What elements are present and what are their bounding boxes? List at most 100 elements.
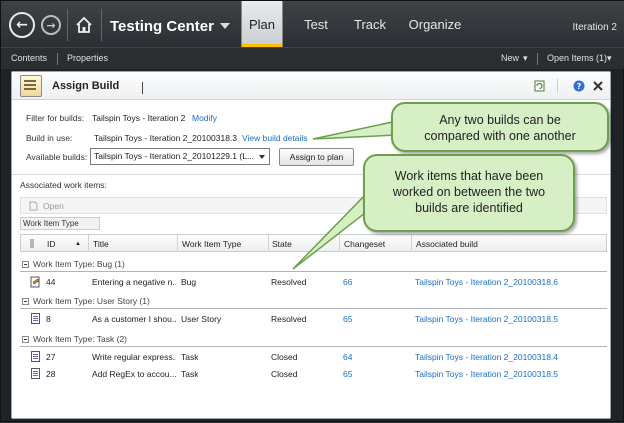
divider (537, 53, 538, 65)
table-row[interactable]: 28 Add RegEx to accou... Task Closed 65 … (20, 365, 607, 383)
open-items-menu[interactable]: Open Items (1) (547, 53, 607, 63)
sort-icon: ▲ (75, 241, 81, 247)
callout-work-items: Work items that have been worked on betw… (363, 154, 575, 232)
collapse-icon[interactable] (22, 261, 29, 268)
divider (57, 53, 58, 65)
modify-link[interactable]: Modify (192, 113, 217, 123)
forward-arrow-icon[interactable]: → (41, 15, 61, 35)
cell-id: 44 (46, 277, 56, 287)
work-item-icon (31, 313, 40, 324)
tab-plan[interactable]: Plan (241, 1, 283, 47)
group-label: Work Item Type: Task (2) (33, 334, 128, 344)
divider (67, 9, 68, 41)
tab-organize[interactable]: Organize (405, 1, 465, 47)
cell-id: 8 (46, 314, 51, 324)
header-id[interactable]: ID (47, 239, 56, 249)
new-menu[interactable]: New (501, 53, 519, 63)
table-row[interactable]: 8 As a customer I shou... User Story Res… (20, 310, 607, 328)
cell-changeset-link[interactable]: 65 (343, 369, 352, 379)
header-changeset[interactable]: Changeset (344, 239, 385, 249)
open-button[interactable]: Open (43, 201, 64, 211)
cell-title: Add RegEx to accou... (92, 369, 176, 379)
header-associated-build[interactable]: Associated build (416, 239, 478, 249)
column-handle-icon (30, 239, 34, 248)
column-separator[interactable] (339, 235, 340, 252)
back-arrow-icon[interactable]: ← (9, 12, 35, 38)
cell-title: As a customer I shou... (92, 314, 176, 324)
cell-changeset-link[interactable]: 65 (343, 314, 352, 324)
build-in-use-value: Tailspin Toys - Iteration 2_20100318.3 (94, 133, 238, 143)
cell-id: 28 (46, 369, 56, 379)
cell-build-link[interactable]: Tailspin Toys - Iteration 2_20100318.5 (415, 369, 558, 379)
assign-to-plan-button[interactable]: Assign to plan (279, 148, 354, 166)
cell-type: User Story (181, 314, 222, 324)
group-label: Work Item Type: Bug (1) (33, 259, 125, 269)
table-row[interactable]: 27 Write regular express... Task Closed … (20, 348, 607, 366)
text-cursor-icon (142, 82, 144, 94)
column-separator[interactable] (268, 235, 269, 252)
app-title: Testing Center (110, 18, 214, 35)
available-builds-select[interactable]: Tailspin Toys - Iteration 2_20101229.1 (… (90, 148, 270, 165)
callout-compare-builds: Any two builds can be compared with one … (391, 102, 609, 152)
cell-state: Resolved (271, 277, 307, 287)
view-build-details-link[interactable]: View build details (242, 133, 308, 143)
collapse-icon[interactable] (22, 298, 29, 305)
available-builds-label: Available builds: (26, 152, 88, 162)
bug-icon (30, 276, 40, 288)
tab-test[interactable]: Test (297, 1, 335, 47)
group-by-box[interactable]: Work Item Type (20, 217, 100, 230)
nav-properties[interactable]: Properties (67, 53, 108, 63)
callout-bottom-text: Work items that have been worked on betw… (392, 169, 546, 215)
table-row[interactable]: 44 Entering a negative n... Bug Resolved… (20, 273, 607, 291)
cell-changeset-link[interactable]: 64 (343, 352, 352, 362)
collapse-icon[interactable] (22, 336, 29, 343)
nav-contents[interactable]: Contents (11, 53, 47, 63)
iteration-label: Iteration 2 (572, 22, 617, 33)
refresh-icon[interactable] (534, 80, 545, 92)
group-row-bug[interactable]: Work Item Type: Bug (1) (20, 256, 607, 272)
help-icon[interactable]: ? (573, 80, 585, 92)
nav-bar: Contents Properties New ▾ Open Items (1)… (1, 47, 624, 69)
divider (101, 9, 102, 41)
tab-track[interactable]: Track (349, 1, 391, 47)
group-row-task[interactable]: Work Item Type: Task (2) (20, 331, 607, 347)
associated-work-items-label: Associated work items: (20, 180, 107, 190)
work-item-icon (31, 368, 40, 379)
group-row-user-story[interactable]: Work Item Type: User Story (1) (20, 293, 607, 309)
home-icon[interactable] (75, 16, 93, 34)
cell-state: Closed (271, 352, 298, 362)
cell-build-link[interactable]: Tailspin Toys - Iteration 2_20100318.5 (415, 314, 558, 324)
group-label: Work Item Type: User Story (1) (33, 296, 150, 306)
divider (557, 79, 558, 93)
header-work-item-type[interactable]: Work Item Type (182, 239, 241, 249)
top-bar: ← → Testing Center Plan Test Track Organ… (1, 1, 624, 47)
page-title: Assign Build (52, 80, 120, 92)
chevron-down-icon[interactable]: ▾ (607, 53, 612, 64)
filter-label: Filter for builds: (26, 113, 85, 123)
table-header: ID ▲ Title Work Item Type State Changese… (20, 234, 607, 252)
cell-id: 27 (46, 352, 56, 362)
cell-build-link[interactable]: Tailspin Toys - Iteration 2_20100318.4 (415, 352, 558, 362)
cell-changeset-link[interactable]: 66 (343, 277, 352, 287)
cell-type: Task (181, 352, 199, 362)
column-separator[interactable] (177, 235, 178, 252)
chevron-down-icon (259, 155, 265, 159)
available-builds-value: Tailspin Toys - Iteration 2_20101229.1 (… (94, 151, 255, 161)
cell-title: Write regular express... (92, 352, 176, 362)
cell-type: Bug (181, 277, 197, 287)
cell-state: Closed (271, 369, 298, 379)
header-state[interactable]: State (272, 239, 292, 249)
chevron-down-icon[interactable] (220, 23, 230, 29)
work-item-icon (31, 351, 40, 362)
chevron-down-icon[interactable]: ▾ (523, 53, 528, 64)
header-title[interactable]: Title (93, 239, 109, 249)
column-separator[interactable] (411, 235, 412, 252)
panel-header: Assign Build ? (12, 72, 610, 100)
callout-top-text: Any two builds can be compared with one … (424, 113, 576, 143)
cell-type: Task (181, 369, 199, 379)
open-icon (29, 201, 38, 211)
column-separator[interactable] (88, 235, 89, 252)
cell-state: Resolved (271, 314, 307, 324)
cell-build-link[interactable]: Tailspin Toys - Iteration 2_20100318.6 (415, 277, 558, 287)
close-icon[interactable] (593, 81, 603, 91)
